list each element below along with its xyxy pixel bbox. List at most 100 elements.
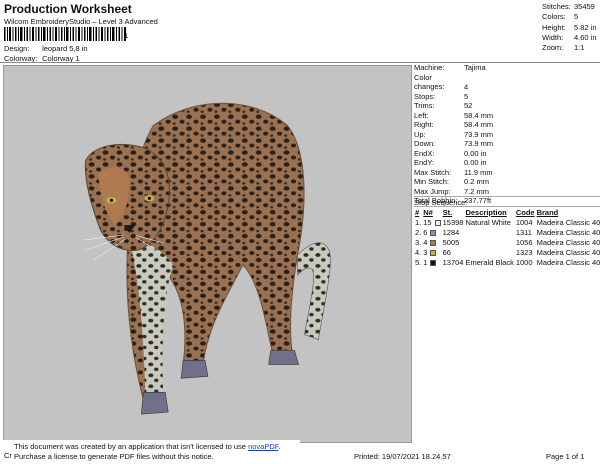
needle-number: 6 xyxy=(423,227,428,237)
table-row: 4. 3 66 1323 Madeira Classic 40 xyxy=(414,247,600,257)
page-number: Page 1 of 1 xyxy=(546,452,585,461)
stat-label: Zoom: xyxy=(542,43,564,53)
detail-label: Color changes: xyxy=(414,72,445,92)
row-description xyxy=(464,227,514,237)
row-needle: 6 xyxy=(422,227,441,237)
needle-number: 4 xyxy=(423,237,428,247)
leopard-embroidery-image xyxy=(83,102,331,415)
row-code: 1056 xyxy=(515,237,533,247)
detail-label: Max Jump: xyxy=(414,186,451,196)
detail-label: Trims: xyxy=(414,101,435,110)
detail-value: 58.4 mm xyxy=(464,120,494,129)
table-row: 5. 1 13704 Emerald Black 1000 Madeira Classic… xyxy=(414,257,600,267)
detail-row: Right: 58.4 mm xyxy=(414,120,600,130)
row-num: 5. xyxy=(415,257,422,267)
detail-value: 4 xyxy=(464,82,469,91)
stat-value: 5 xyxy=(574,12,579,22)
row-needle: 3 xyxy=(422,247,441,257)
color-swatch xyxy=(430,239,437,246)
detail-row: Max Stitch: 11.9 mm xyxy=(414,168,600,178)
stat-value: 5.82 in xyxy=(574,22,597,32)
row-stitches: 1284 xyxy=(442,227,460,237)
detail-label: Right: xyxy=(414,120,434,129)
needle-number: 15 xyxy=(423,217,432,227)
needle-number: 1 xyxy=(423,257,428,267)
col-code: Code xyxy=(515,207,535,217)
detail-row: Left: 58.4 mm xyxy=(414,111,600,121)
notice-line-2: Purchase a license to generate PDF files… xyxy=(14,452,214,461)
stat-value: 1:1 xyxy=(574,43,585,53)
design-preview xyxy=(3,65,412,443)
row-num: 1. xyxy=(415,217,422,227)
row-brand: Madeira Classic 40 xyxy=(536,257,600,267)
stop-sequence-table: # N# St. Description Code Brand 1. 15 1539… xyxy=(414,207,600,267)
stat-stitches: Stitches: 35459 xyxy=(542,2,598,12)
row-stitches: 13704 xyxy=(442,257,464,267)
row-needle: 4 xyxy=(422,237,441,247)
row-code: 1004 xyxy=(515,217,533,227)
row-code: 1311 xyxy=(515,227,532,237)
detail-label: EndX: xyxy=(414,148,435,158)
stat-value: 35459 xyxy=(574,2,595,11)
notice-line-1: This document was created by an applicat… xyxy=(14,442,300,452)
color-swatch xyxy=(430,249,437,256)
stat-height: Height: 5.82 in xyxy=(542,23,598,33)
design-label: Design: xyxy=(4,44,30,53)
printed-timestamp: Printed: 19/07/2021 18.24.57 xyxy=(354,452,451,461)
detail-value: 5 xyxy=(464,91,469,101)
table-row: 3. 4 5005 1056 Madeira Classic 40 xyxy=(414,237,600,247)
stat-zoom: Zoom: 1:1 xyxy=(542,43,598,53)
stat-label: Colors: xyxy=(542,12,566,22)
row-stitches: 15398 xyxy=(442,217,464,227)
top-stats: Stitches: 35459 Colors: 5 Height: 5.82 in W… xyxy=(542,2,598,53)
barcode-number: 1 xyxy=(124,33,128,40)
detail-row: Trims: 52 xyxy=(414,101,600,111)
row-code: 1000 xyxy=(515,257,533,267)
row-stitches: 66 xyxy=(442,247,451,257)
stat-width: Width: 4.60 in xyxy=(542,33,598,43)
detail-label: Down: xyxy=(414,139,436,148)
design-row: Design: leopard 5,8 in xyxy=(4,44,88,53)
detail-value: 7.2 mm xyxy=(464,186,490,196)
row-description xyxy=(464,247,514,257)
col-num: # xyxy=(415,207,420,217)
col-description: Description xyxy=(465,207,507,217)
detail-value: 0.00 in xyxy=(464,158,487,167)
stat-value: 4.60 in xyxy=(574,32,597,42)
row-brand: Madeira Classic 40 xyxy=(536,247,600,257)
row-code: 1323 xyxy=(515,247,533,257)
color-swatch xyxy=(430,259,437,266)
detail-label: EndY: xyxy=(414,158,435,167)
detail-row: EndY: 0.00 in xyxy=(414,158,600,168)
stat-colors: Colors: 5 xyxy=(542,12,598,22)
detail-row: Stops: 5 xyxy=(414,92,600,102)
novapdf-link[interactable]: novaPDF xyxy=(248,442,278,451)
row-brand: Madeira Classic 40 xyxy=(536,217,600,227)
software-name: Wilcom EmbroideryStudio – Level 3 Advanc… xyxy=(4,17,158,26)
detail-label: Max Stitch: xyxy=(414,167,452,177)
color-swatch xyxy=(434,219,441,226)
detail-row: Max Jump: 7.2 mm xyxy=(414,187,600,197)
detail-row: EndX: 0.00 in xyxy=(414,149,600,159)
detail-label: Up: xyxy=(414,129,426,139)
license-notice: This document was created by an applicat… xyxy=(0,440,300,464)
detail-value: 73.9 mm xyxy=(464,139,494,148)
page-title: Production Worksheet xyxy=(4,2,132,16)
detail-row: Machine: Tajima xyxy=(414,63,600,73)
color-swatch xyxy=(430,229,437,236)
design-value: leopard 5,8 in xyxy=(42,44,88,53)
row-num: 2. xyxy=(415,227,422,237)
row-num: 4. xyxy=(415,247,422,257)
row-num: 3. xyxy=(415,237,422,247)
detail-row: Down: 73.9 mm xyxy=(414,139,600,149)
detail-value: 0.2 mm xyxy=(464,177,490,186)
col-brand: Brand xyxy=(536,207,559,217)
detail-value: 58.4 mm xyxy=(464,110,494,120)
stat-label: Height: xyxy=(542,22,566,32)
row-description: Emerald Black xyxy=(465,257,514,267)
barcode xyxy=(4,27,126,41)
detail-label: Left: xyxy=(414,110,429,120)
col-st: St. xyxy=(442,207,453,217)
detail-row: Color changes: 4 xyxy=(414,73,600,92)
stop-divider-top xyxy=(414,196,600,197)
